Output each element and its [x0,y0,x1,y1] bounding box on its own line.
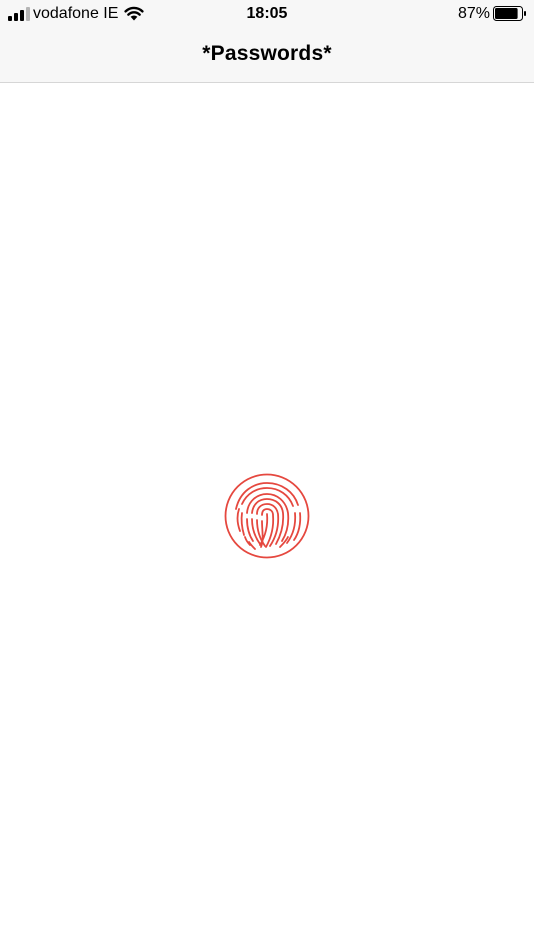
touch-id-fingerprint-icon [224,473,310,559]
status-time: 18:05 [246,5,288,22]
navigation-bar: *Passwords* [0,28,534,83]
app-screen: vodafone IE 18:05 87% *Passwords* [0,0,534,950]
main-content [0,83,534,950]
page-title: *Passwords* [202,42,332,65]
status-bar: vodafone IE 18:05 87% [0,0,534,28]
battery-percentage: 87% [457,5,490,22]
touch-id-button[interactable] [224,473,310,559]
battery-icon [493,6,526,21]
